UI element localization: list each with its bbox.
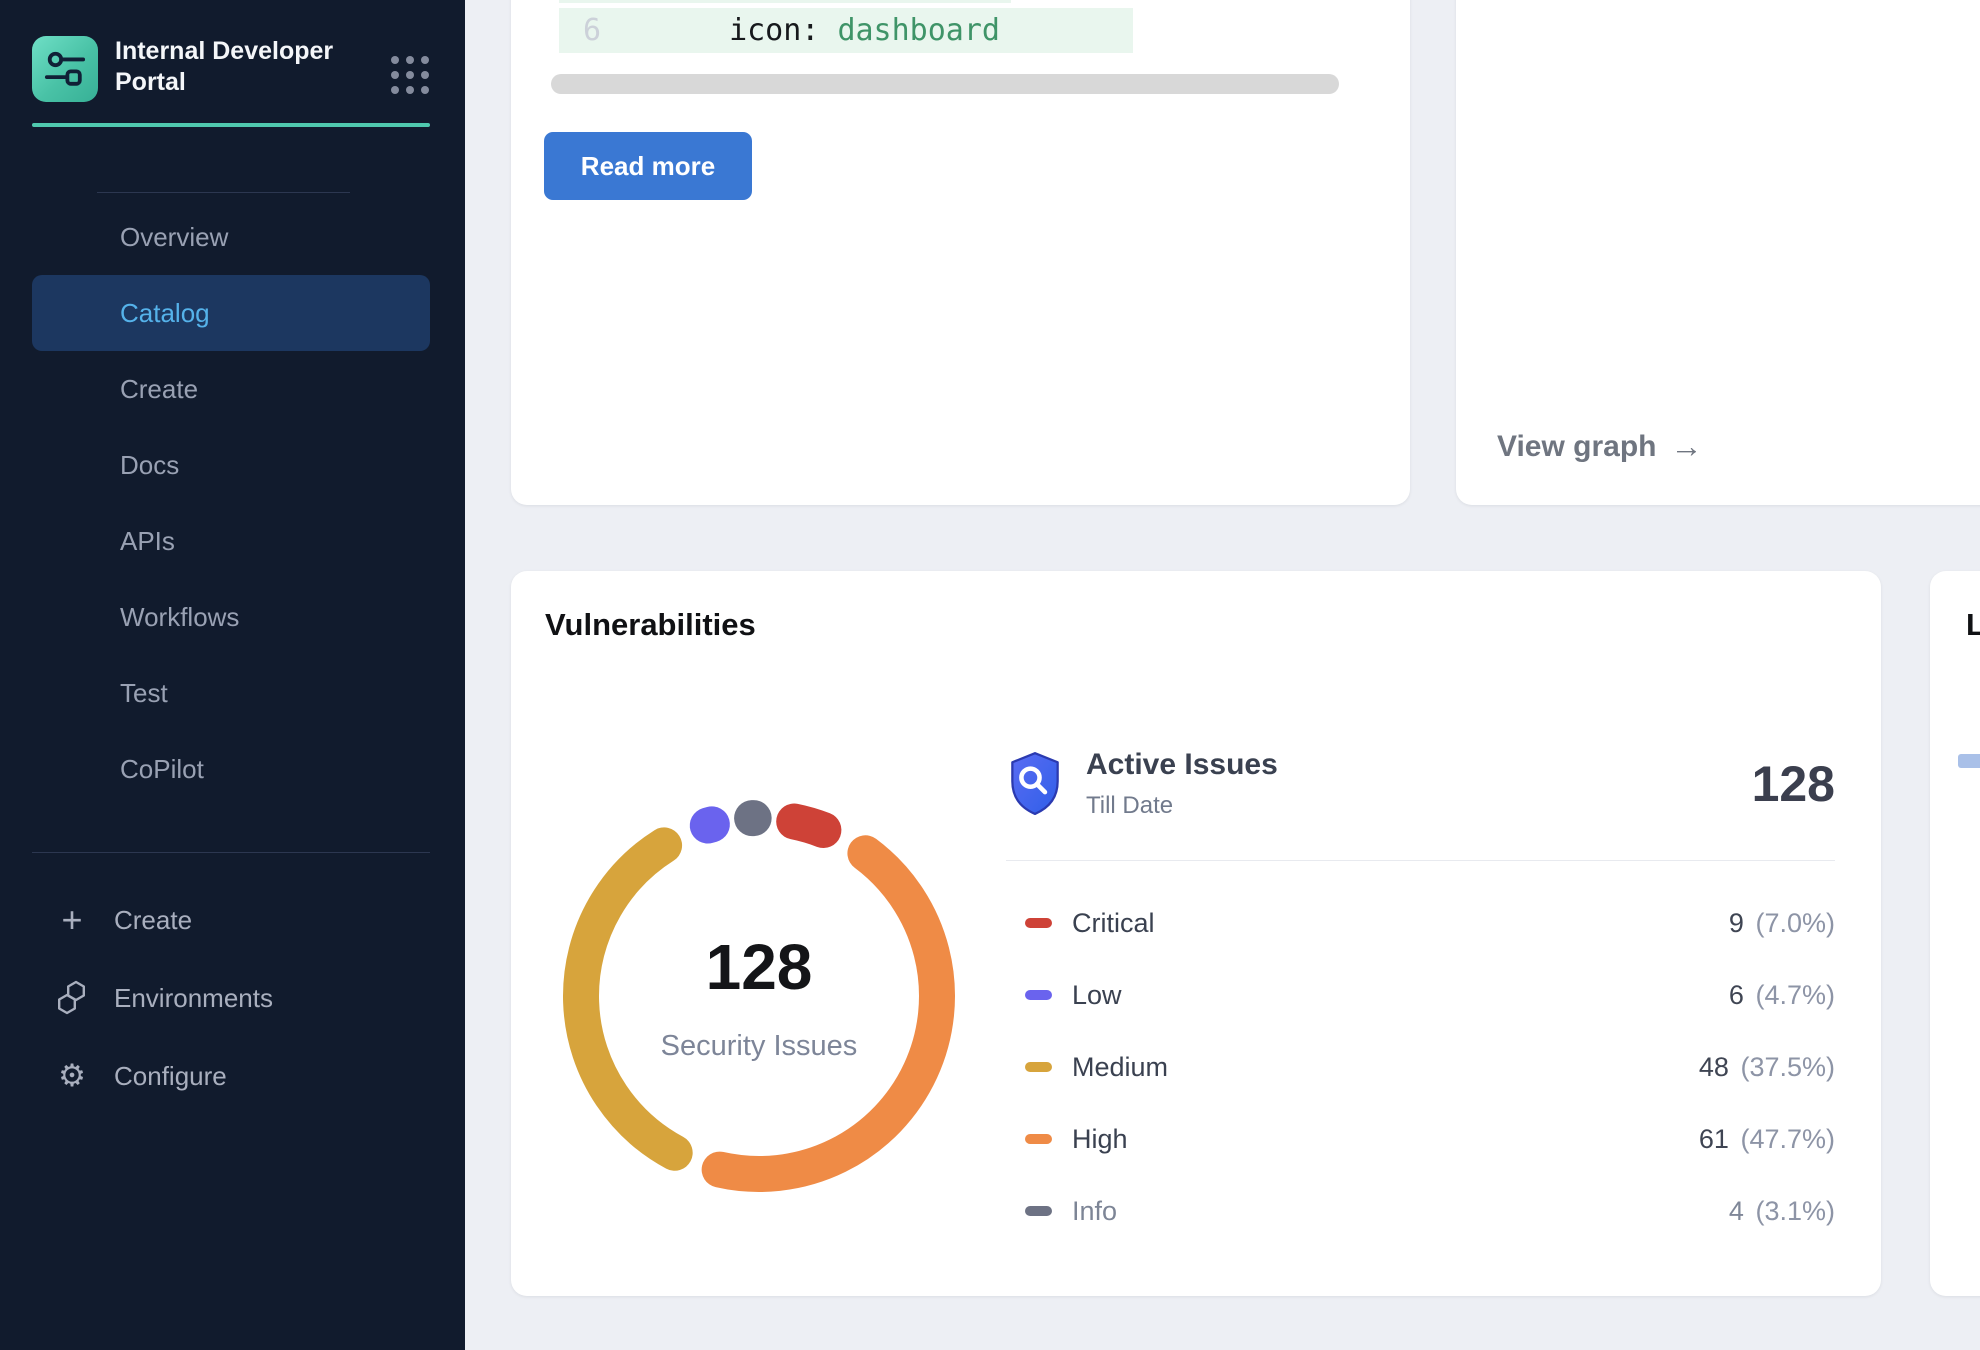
shield-search-icon bbox=[1006, 750, 1064, 818]
severity-label: Info bbox=[1072, 1196, 1117, 1227]
sidebar-item-test[interactable]: Test bbox=[32, 655, 430, 731]
sidebar-item-docs[interactable]: Docs bbox=[32, 427, 430, 503]
donut-segment-high bbox=[720, 853, 937, 1174]
summary-divider bbox=[1006, 860, 1835, 861]
sidebar-nav: Overview Catalog Create Docs APIs Workfl… bbox=[32, 199, 430, 807]
severity-row-high: High 61 (47.7%) bbox=[1006, 1103, 1835, 1175]
donut-segment-critical bbox=[794, 822, 823, 831]
docs-preview-card: 6 icon: dashboard Read more bbox=[511, 0, 1410, 505]
info-color-pill bbox=[1025, 1206, 1052, 1216]
severity-row-info: Info 4 (3.1%) bbox=[1006, 1175, 1835, 1247]
severity-label: High bbox=[1072, 1124, 1128, 1155]
clipped-right-card: L bbox=[1930, 571, 1980, 1296]
footer-item-label: Create bbox=[114, 905, 192, 936]
clipped-card-title: L bbox=[1966, 607, 1980, 643]
read-more-button[interactable]: Read more bbox=[544, 132, 752, 200]
severity-value: 6 (4.7%) bbox=[1729, 980, 1835, 1011]
nav-divider bbox=[97, 192, 350, 193]
severity-label: Medium bbox=[1072, 1052, 1168, 1083]
severity-label: Critical bbox=[1072, 908, 1155, 939]
active-issues-title: Active Issues bbox=[1086, 748, 1278, 782]
security-issues-donut-chart: 128 Security Issues bbox=[539, 776, 979, 1216]
code-value: dashboard bbox=[837, 13, 1000, 48]
sidebar-footer-configure[interactable]: ⚙ Configure bbox=[32, 1037, 430, 1115]
severity-value: 48 (37.5%) bbox=[1699, 1052, 1835, 1083]
plus-icon: + bbox=[54, 902, 90, 938]
sidebar-accent-rule bbox=[32, 123, 430, 127]
sidebar-footer-divider bbox=[32, 852, 430, 853]
view-graph-link[interactable]: View graph → bbox=[1497, 428, 1703, 465]
vulnerabilities-card: Vulnerabilities 128 Security Issues bbox=[511, 571, 1881, 1296]
severity-value: 9 (7.0%) bbox=[1729, 908, 1835, 939]
active-issues-header: Active Issues Till Date 128 bbox=[1006, 748, 1835, 820]
view-graph-label: View graph bbox=[1497, 430, 1657, 464]
arrow-right-icon: → bbox=[1671, 428, 1703, 465]
code-text: icon: dashboard bbox=[729, 13, 1000, 48]
sidebar-item-workflows[interactable]: Workflows bbox=[32, 579, 430, 655]
severity-value: 61 (47.7%) bbox=[1699, 1124, 1835, 1155]
high-color-pill bbox=[1025, 1134, 1052, 1144]
sidebar-footer-nav: + Create Environments ⚙ Configure bbox=[32, 881, 430, 1115]
sidebar: Internal Developer Portal Overview Catal… bbox=[0, 0, 465, 1350]
graph-card: View graph → bbox=[1456, 0, 1980, 505]
active-issues-total: 128 bbox=[1752, 755, 1835, 813]
app-title: Internal Developer Portal bbox=[115, 36, 350, 98]
sidebar-item-overview[interactable]: Overview bbox=[32, 199, 430, 275]
sidebar-footer-create[interactable]: + Create bbox=[32, 881, 430, 959]
severity-label: Low bbox=[1072, 980, 1122, 1011]
low-color-pill bbox=[1025, 990, 1052, 1000]
sidebar-item-copilot[interactable]: CoPilot bbox=[32, 731, 430, 807]
severity-row-critical: Critical 9 (7.0%) bbox=[1006, 887, 1835, 959]
footer-item-label: Environments bbox=[114, 983, 273, 1014]
sidebar-item-apis[interactable]: APIs bbox=[32, 503, 430, 579]
severity-value: 4 (3.1%) bbox=[1729, 1196, 1835, 1227]
sidebar-footer-environments[interactable]: Environments bbox=[32, 959, 430, 1037]
severity-row-low: Low 6 (4.7%) bbox=[1006, 959, 1835, 1031]
code-line-number: 6 bbox=[583, 13, 601, 48]
sidebar-header: Internal Developer Portal bbox=[32, 36, 429, 102]
hexagons-icon bbox=[54, 980, 90, 1016]
code-line-partial bbox=[559, 0, 1011, 3]
donut-segment-medium bbox=[581, 845, 675, 1152]
sidebar-item-catalog[interactable]: Catalog bbox=[32, 275, 430, 351]
apps-grid-icon[interactable] bbox=[391, 56, 429, 94]
donut-segment-low bbox=[708, 824, 712, 825]
summary-titles: Active Issues Till Date bbox=[1086, 748, 1278, 820]
gear-icon: ⚙ bbox=[54, 1058, 90, 1094]
vulnerabilities-title: Vulnerabilities bbox=[545, 607, 756, 643]
medium-color-pill bbox=[1025, 1062, 1052, 1072]
schema-flow-icon bbox=[44, 48, 86, 90]
sidebar-item-create[interactable]: Create bbox=[32, 351, 430, 427]
footer-item-label: Configure bbox=[114, 1061, 227, 1092]
till-date-subtitle: Till Date bbox=[1086, 792, 1278, 820]
severity-legend: Critical 9 (7.0%) Low 6 (4.7%) Medium 48… bbox=[1006, 887, 1835, 1247]
clipped-bar-chart-segment bbox=[1958, 754, 1980, 768]
critical-color-pill bbox=[1025, 918, 1052, 928]
code-line: 6 icon: dashboard bbox=[559, 8, 1133, 53]
horizontal-scrollbar[interactable] bbox=[551, 74, 1339, 94]
severity-row-medium: Medium 48 (37.5%) bbox=[1006, 1031, 1835, 1103]
app-logo bbox=[32, 36, 98, 102]
